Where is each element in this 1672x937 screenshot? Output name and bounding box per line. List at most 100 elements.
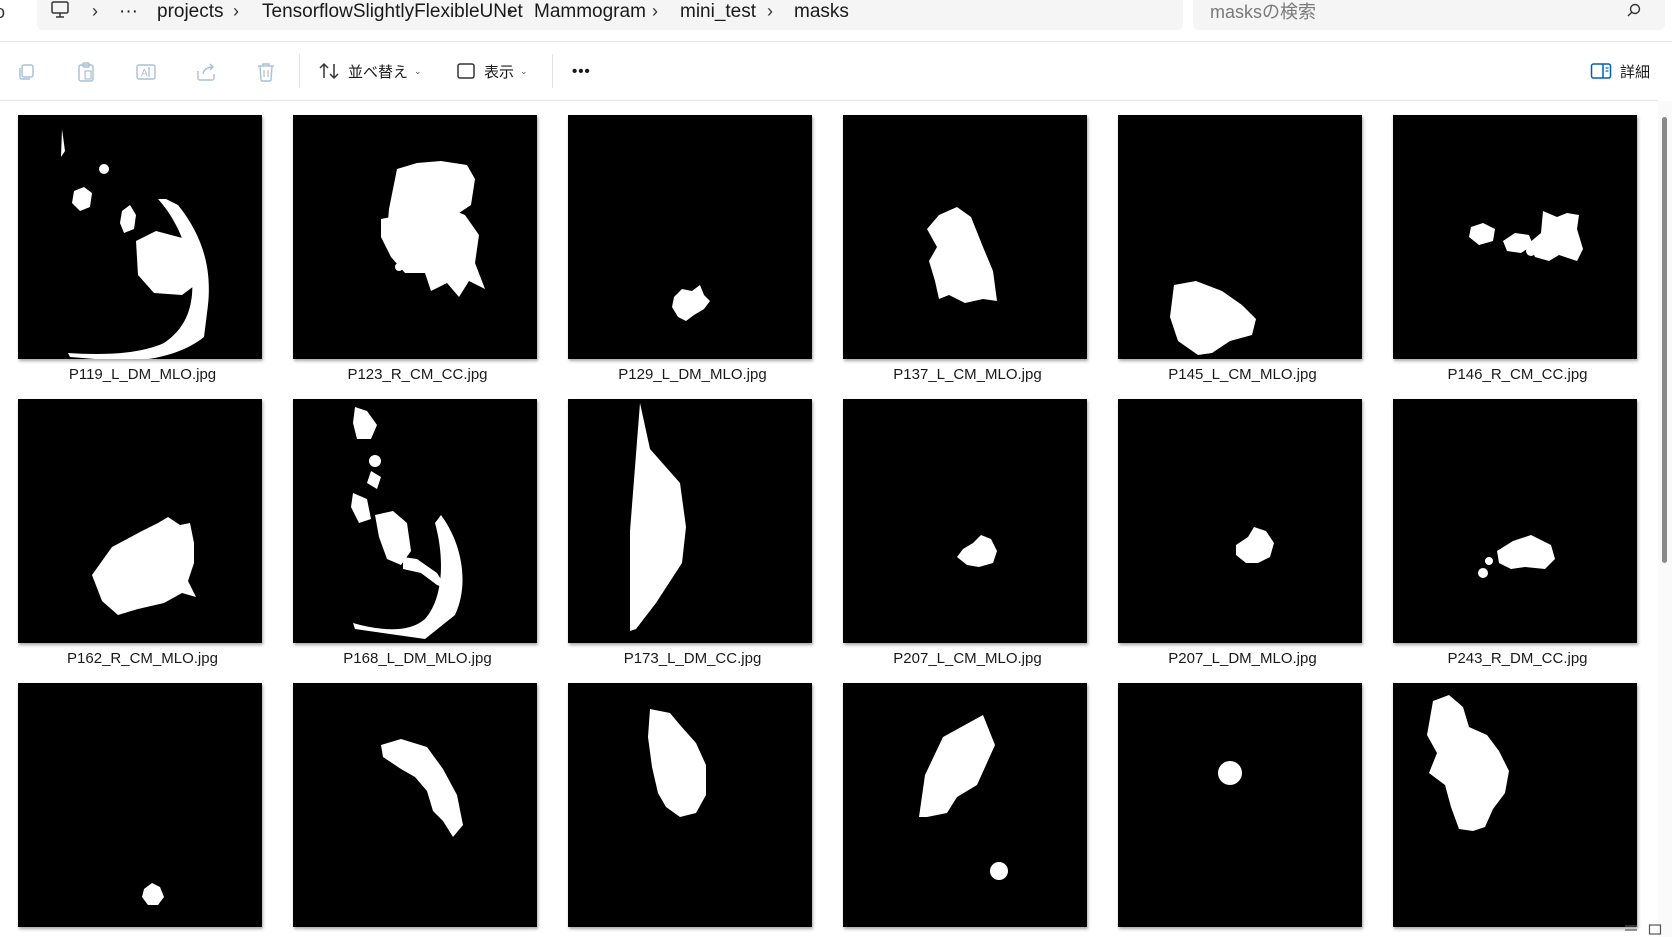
refresh-icon[interactable]: ↄ	[0, 0, 5, 24]
toolbar-divider	[552, 54, 553, 88]
file-name: P123_R_CM_CC.jpg	[347, 366, 488, 383]
breadcrumb-item-mammogram[interactable]: Mammogram	[534, 0, 646, 26]
thumbnail-view-icon[interactable]	[1648, 923, 1662, 935]
search-icon[interactable]	[1625, 2, 1643, 20]
sort-label: 並べ替え	[348, 63, 409, 81]
file-name: P129_L_DM_MLO.jpg	[618, 366, 767, 383]
file-name: P207_L_DM_MLO.jpg	[1168, 650, 1317, 667]
mask-image	[1236, 527, 1274, 563]
more-options-button[interactable]: •••	[572, 53, 591, 89]
chevron-right-icon[interactable]: ›	[507, 0, 513, 26]
file-item[interactable]: P145_L_CM_MLO.jpg	[1100, 101, 1375, 385]
file-item[interactable]	[1375, 669, 1650, 937]
delete-icon[interactable]	[250, 56, 282, 88]
file-thumbnail[interactable]	[1118, 683, 1362, 927]
share-icon[interactable]	[190, 56, 222, 88]
breadcrumb-item-mini-test[interactable]: mini_test	[680, 0, 756, 26]
file-name: P162_R_CM_MLO.jpg	[67, 650, 218, 667]
chevron-down-icon: ⌄	[414, 65, 422, 76]
file-thumbnail[interactable]	[843, 399, 1087, 643]
file-name: P243_R_DM_CC.jpg	[1447, 650, 1588, 667]
sort-icon	[319, 62, 339, 80]
mask-image	[648, 709, 706, 817]
mask-image	[61, 129, 209, 359]
breadcrumb-item-tensorflow[interactable]: TensorflowSlightlyFlexibleUNet	[262, 0, 523, 26]
file-thumbnail[interactable]	[1393, 683, 1637, 927]
file-item[interactable]: P146_R_CM_CC.jpg	[1375, 101, 1650, 385]
file-item[interactable]: P168_L_DM_MLO.jpg	[275, 385, 550, 669]
mask-image	[630, 403, 686, 631]
chevron-right-icon[interactable]: ›	[767, 0, 773, 26]
file-thumbnail[interactable]	[1393, 399, 1637, 643]
file-item[interactable]: P207_L_DM_MLO.jpg	[1100, 385, 1375, 669]
file-thumbnail[interactable]	[18, 399, 262, 643]
mask-image	[1218, 761, 1242, 785]
address-bar: ↄ › ··· projects › TensorflowSlightlyFle…	[0, 0, 1672, 41]
mask-image	[927, 207, 997, 303]
file-thumbnail[interactable]	[568, 115, 812, 359]
file-item[interactable]	[275, 669, 550, 937]
file-name: P146_R_CM_CC.jpg	[1447, 366, 1588, 383]
mask-image	[1478, 535, 1555, 578]
file-name: P173_L_DM_CC.jpg	[623, 650, 762, 667]
svg-text:A: A	[141, 68, 148, 79]
view-button[interactable]: 表示 ⌄	[456, 53, 528, 89]
breadcrumb[interactable]: › ··· projects › TensorflowSlightlyFlexi…	[37, 0, 1183, 30]
search-input[interactable]: masksの検索	[1193, 0, 1665, 30]
mask-image	[1427, 695, 1509, 831]
file-item[interactable]: P243_R_DM_CC.jpg	[1375, 385, 1650, 669]
file-thumbnail[interactable]	[843, 683, 1087, 927]
details-pane-icon	[1590, 63, 1612, 79]
file-thumbnail[interactable]	[18, 683, 262, 927]
file-thumbnail[interactable]	[18, 115, 262, 359]
file-item[interactable]	[550, 669, 825, 937]
file-item[interactable]: P162_R_CM_MLO.jpg	[0, 385, 275, 669]
file-name: P207_L_CM_MLO.jpg	[893, 650, 1042, 667]
command-bar: A 並べ替え ⌄ 表示 ⌄ ••• 詳細	[0, 42, 1672, 100]
view-toggle	[1618, 921, 1668, 937]
vertical-scrollbar[interactable]	[1658, 101, 1672, 937]
scrollbar-thumb[interactable]	[1662, 117, 1667, 563]
breadcrumb-item-masks[interactable]: masks	[794, 0, 849, 26]
file-item[interactable]: P173_L_DM_CC.jpg	[550, 385, 825, 669]
chevron-right-icon[interactable]: ›	[652, 0, 658, 26]
file-item[interactable]	[825, 669, 1100, 937]
file-item[interactable]: P129_L_DM_MLO.jpg	[550, 101, 825, 385]
mask-image	[92, 517, 196, 615]
chevron-right-icon[interactable]: ›	[92, 0, 98, 26]
copy-icon[interactable]	[10, 56, 42, 88]
file-item[interactable]	[1100, 669, 1375, 937]
file-thumbnail[interactable]	[1118, 115, 1362, 359]
breadcrumb-item-projects[interactable]: projects	[157, 0, 224, 26]
mask-image	[1170, 281, 1256, 355]
file-item[interactable]: P119_L_DM_MLO.jpg	[0, 101, 275, 385]
file-thumbnail[interactable]	[843, 115, 1087, 359]
rename-icon[interactable]: A	[130, 56, 162, 88]
file-thumbnail[interactable]	[293, 115, 537, 359]
file-thumbnail[interactable]	[1393, 115, 1637, 359]
view-label: 表示	[484, 63, 515, 81]
computer-icon[interactable]	[50, 0, 70, 26]
file-item[interactable]: P123_R_CM_CC.jpg	[275, 101, 550, 385]
file-name: P137_L_CM_MLO.jpg	[893, 366, 1042, 383]
details-button[interactable]: 詳細	[1590, 53, 1650, 89]
mask-image	[142, 883, 164, 905]
details-view-icon[interactable]	[1624, 923, 1638, 935]
paste-icon[interactable]	[70, 56, 102, 88]
mask-image	[381, 161, 485, 297]
file-name: P145_L_CM_MLO.jpg	[1168, 366, 1317, 383]
file-thumbnail[interactable]	[293, 399, 537, 643]
sort-button[interactable]: 並べ替え ⌄	[318, 53, 422, 89]
file-item[interactable]	[0, 669, 275, 937]
file-thumbnail[interactable]	[1118, 399, 1362, 643]
mask-image	[1469, 211, 1583, 261]
file-item[interactable]: P137_L_CM_MLO.jpg	[825, 101, 1100, 385]
file-name: P168_L_DM_MLO.jpg	[343, 650, 492, 667]
file-thumbnail[interactable]	[568, 399, 812, 643]
file-thumbnail[interactable]	[568, 683, 812, 927]
file-item[interactable]: P207_L_CM_MLO.jpg	[825, 385, 1100, 669]
file-thumbnail[interactable]	[293, 683, 537, 927]
breadcrumb-more[interactable]: ···	[119, 0, 138, 26]
chevron-right-icon[interactable]: ›	[233, 0, 239, 26]
mask-image	[381, 739, 463, 837]
